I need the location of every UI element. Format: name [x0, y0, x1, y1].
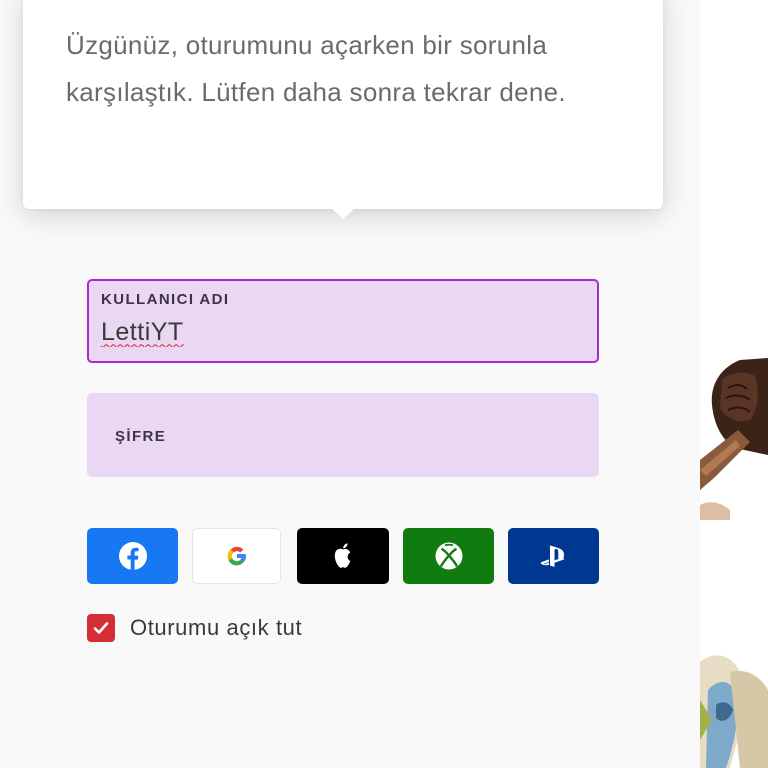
facebook-icon	[118, 542, 147, 570]
password-field[interactable]: ŞİFRE	[87, 393, 599, 477]
username-label: KULLANICI ADI	[101, 291, 230, 308]
error-popover: Üzgünüz, oturumunu açarken bir sorunla k…	[23, 0, 663, 219]
playstation-login-button[interactable]	[508, 528, 599, 584]
apple-login-button[interactable]	[297, 528, 389, 584]
xbox-login-button[interactable]	[403, 528, 494, 584]
facebook-login-button[interactable]	[87, 528, 178, 584]
username-input[interactable]	[101, 315, 571, 349]
google-login-button[interactable]	[192, 528, 281, 584]
remember-me[interactable]: Oturumu açık tut	[87, 614, 302, 642]
error-message: Üzgünüz, oturumunu açarken bir sorunla k…	[66, 30, 566, 107]
apple-icon	[334, 543, 351, 568]
google-icon	[227, 546, 246, 566]
remember-me-label: Oturumu açık tut	[130, 615, 303, 640]
login-panel: Üzgünüz, oturumunu açarken bir sorunla k…	[0, 0, 700, 768]
playstation-icon	[540, 545, 564, 567]
username-field[interactable]: KULLANICI ADI	[87, 279, 599, 363]
hero-artwork	[700, 0, 768, 768]
xbox-icon	[435, 542, 462, 570]
popover-arrow	[331, 208, 355, 219]
checkmark-icon	[93, 622, 109, 634]
password-label: ŞİFRE	[115, 428, 167, 445]
social-login-row	[87, 528, 599, 584]
character-illustration	[700, 0, 768, 768]
remember-me-checkbox[interactable]	[87, 614, 115, 642]
